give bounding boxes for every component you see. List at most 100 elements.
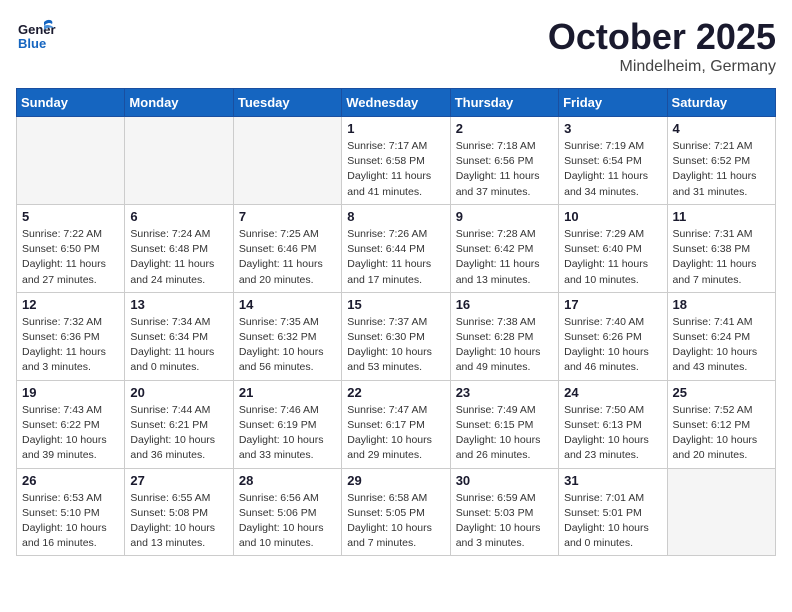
- day-info: Sunrise: 7:26 AMSunset: 6:44 PMDaylight:…: [347, 227, 444, 288]
- calendar-day-cell: 2 Sunrise: 7:18 AMSunset: 6:56 PMDaylight…: [450, 117, 558, 205]
- day-number: 18: [673, 297, 770, 312]
- page-header: General Blue October 2025 Mindelheim, Ge…: [16, 16, 776, 76]
- day-info: Sunrise: 7:47 AMSunset: 6:17 PMDaylight:…: [347, 403, 444, 464]
- day-info: Sunrise: 7:18 AMSunset: 6:56 PMDaylight:…: [456, 139, 553, 200]
- calendar-day-cell: 19Sunrise: 7:43 AMSunset: 6:22 PMDayligh…: [17, 380, 125, 468]
- day-info: Sunrise: 6:53 AMSunset: 5:10 PMDaylight:…: [22, 491, 119, 552]
- logo: General Blue: [16, 16, 56, 56]
- day-info: Sunrise: 7:22 AMSunset: 6:50 PMDaylight:…: [22, 227, 119, 288]
- day-info: Sunrise: 6:59 AMSunset: 5:03 PMDaylight:…: [456, 491, 553, 552]
- day-info: Sunrise: 7:38 AMSunset: 6:28 PMDaylight:…: [456, 315, 553, 376]
- day-info: Sunrise: 7:28 AMSunset: 6:42 PMDaylight:…: [456, 227, 553, 288]
- day-info: Sunrise: 7:37 AMSunset: 6:30 PMDaylight:…: [347, 315, 444, 376]
- calendar-day-cell: 3Sunrise: 7:19 AMSunset: 6:54 PMDaylight…: [559, 117, 667, 205]
- weekday-header: Tuesday: [233, 89, 341, 117]
- day-info: Sunrise: 6:58 AMSunset: 5:05 PMDaylight:…: [347, 491, 444, 552]
- calendar-week-row: 12 Sunrise: 7:32 AMSunset: 6:36 PMDayligh…: [17, 292, 776, 380]
- day-info: Sunrise: 6:55 AMSunset: 5:08 PMDaylight:…: [130, 491, 227, 552]
- day-number: 2: [456, 121, 553, 136]
- day-info: Sunrise: 7:32 AMSunset: 6:36 PMDaylight:…: [22, 315, 119, 376]
- calendar-day-cell: 22 Sunrise: 7:47 AMSunset: 6:17 PMDayligh…: [342, 380, 450, 468]
- day-number: 6: [130, 209, 227, 224]
- calendar-day-cell: 10 Sunrise: 7:29 AMSunset: 6:40 PMDayligh…: [559, 204, 667, 292]
- day-number: 12: [22, 297, 119, 312]
- day-number: 14: [239, 297, 336, 312]
- day-number: 8: [347, 209, 444, 224]
- day-info: Sunrise: 7:49 AMSunset: 6:15 PMDaylight:…: [456, 403, 553, 464]
- day-number: 9: [456, 209, 553, 224]
- calendar-day-cell: 13 Sunrise: 7:34 AMSunset: 6:34 PMDayligh…: [125, 292, 233, 380]
- calendar-day-cell: 18 Sunrise: 7:41 AMSunset: 6:24 PMDayligh…: [667, 292, 775, 380]
- calendar-day-cell: 1 Sunrise: 7:17 AMSunset: 6:58 PMDaylight…: [342, 117, 450, 205]
- weekday-header: Saturday: [667, 89, 775, 117]
- day-number: 10: [564, 209, 661, 224]
- day-number: 27: [130, 473, 227, 488]
- calendar: SundayMondayTuesdayWednesdayThursdayFrid…: [16, 88, 776, 556]
- calendar-day-cell: 25Sunrise: 7:52 AMSunset: 6:12 PMDayligh…: [667, 380, 775, 468]
- calendar-day-cell: 27 Sunrise: 6:55 AMSunset: 5:08 PMDayligh…: [125, 468, 233, 556]
- day-info: Sunrise: 7:25 AMSunset: 6:46 PMDaylight:…: [239, 227, 336, 288]
- day-number: 29: [347, 473, 444, 488]
- day-info: Sunrise: 7:21 AMSunset: 6:52 PMDaylight:…: [673, 139, 770, 200]
- weekday-header: Sunday: [17, 89, 125, 117]
- calendar-week-row: 19Sunrise: 7:43 AMSunset: 6:22 PMDayligh…: [17, 380, 776, 468]
- weekday-header-row: SundayMondayTuesdayWednesdayThursdayFrid…: [17, 89, 776, 117]
- calendar-day-cell: 16Sunrise: 7:38 AMSunset: 6:28 PMDayligh…: [450, 292, 558, 380]
- day-number: 11: [673, 209, 770, 224]
- calendar-day-cell: 28 Sunrise: 6:56 AMSunset: 5:06 PMDayligh…: [233, 468, 341, 556]
- day-info: Sunrise: 6:56 AMSunset: 5:06 PMDaylight:…: [239, 491, 336, 552]
- calendar-week-row: 5 Sunrise: 7:22 AMSunset: 6:50 PMDaylight…: [17, 204, 776, 292]
- day-info: Sunrise: 7:29 AMSunset: 6:40 PMDaylight:…: [564, 227, 661, 288]
- day-number: 17: [564, 297, 661, 312]
- day-info: Sunrise: 7:41 AMSunset: 6:24 PMDaylight:…: [673, 315, 770, 376]
- calendar-day-cell: 29 Sunrise: 6:58 AMSunset: 5:05 PMDayligh…: [342, 468, 450, 556]
- day-number: 23: [456, 385, 553, 400]
- logo-icon: General Blue: [16, 16, 56, 56]
- day-number: 13: [130, 297, 227, 312]
- day-number: 4: [673, 121, 770, 136]
- day-number: 1: [347, 121, 444, 136]
- day-info: Sunrise: 7:01 AMSunset: 5:01 PMDaylight:…: [564, 491, 661, 552]
- calendar-day-cell: 23 Sunrise: 7:49 AMSunset: 6:15 PMDayligh…: [450, 380, 558, 468]
- day-number: 31: [564, 473, 661, 488]
- weekday-header: Thursday: [450, 89, 558, 117]
- calendar-day-cell: [17, 117, 125, 205]
- calendar-day-cell: 8 Sunrise: 7:26 AMSunset: 6:44 PMDaylight…: [342, 204, 450, 292]
- day-number: 28: [239, 473, 336, 488]
- location: Mindelheim, Germany: [548, 58, 776, 76]
- weekday-header: Friday: [559, 89, 667, 117]
- day-info: Sunrise: 7:34 AMSunset: 6:34 PMDaylight:…: [130, 315, 227, 376]
- day-info: Sunrise: 7:40 AMSunset: 6:26 PMDaylight:…: [564, 315, 661, 376]
- calendar-day-cell: [667, 468, 775, 556]
- calendar-day-cell: 11Sunrise: 7:31 AMSunset: 6:38 PMDayligh…: [667, 204, 775, 292]
- title-area: October 2025 Mindelheim, Germany: [548, 16, 776, 76]
- calendar-day-cell: 15 Sunrise: 7:37 AMSunset: 6:30 PMDayligh…: [342, 292, 450, 380]
- calendar-day-cell: 17 Sunrise: 7:40 AMSunset: 6:26 PMDayligh…: [559, 292, 667, 380]
- day-info: Sunrise: 7:50 AMSunset: 6:13 PMDaylight:…: [564, 403, 661, 464]
- day-info: Sunrise: 7:24 AMSunset: 6:48 PMDaylight:…: [130, 227, 227, 288]
- calendar-day-cell: 31 Sunrise: 7:01 AMSunset: 5:01 PMDayligh…: [559, 468, 667, 556]
- calendar-day-cell: 6 Sunrise: 7:24 AMSunset: 6:48 PMDaylight…: [125, 204, 233, 292]
- calendar-day-cell: 5 Sunrise: 7:22 AMSunset: 6:50 PMDaylight…: [17, 204, 125, 292]
- day-number: 26: [22, 473, 119, 488]
- day-number: 24: [564, 385, 661, 400]
- day-info: Sunrise: 7:35 AMSunset: 6:32 PMDaylight:…: [239, 315, 336, 376]
- day-number: 3: [564, 121, 661, 136]
- day-info: Sunrise: 7:46 AMSunset: 6:19 PMDaylight:…: [239, 403, 336, 464]
- calendar-day-cell: 7 Sunrise: 7:25 AMSunset: 6:46 PMDaylight…: [233, 204, 341, 292]
- day-number: 30: [456, 473, 553, 488]
- weekday-header: Monday: [125, 89, 233, 117]
- day-info: Sunrise: 7:17 AMSunset: 6:58 PMDaylight:…: [347, 139, 444, 200]
- day-info: Sunrise: 7:52 AMSunset: 6:12 PMDaylight:…: [673, 403, 770, 464]
- calendar-day-cell: [125, 117, 233, 205]
- day-number: 20: [130, 385, 227, 400]
- calendar-day-cell: 30 Sunrise: 6:59 AMSunset: 5:03 PMDayligh…: [450, 468, 558, 556]
- calendar-day-cell: 14 Sunrise: 7:35 AMSunset: 6:32 PMDayligh…: [233, 292, 341, 380]
- day-number: 15: [347, 297, 444, 312]
- day-number: 19: [22, 385, 119, 400]
- day-number: 5: [22, 209, 119, 224]
- day-number: 7: [239, 209, 336, 224]
- day-number: 22: [347, 385, 444, 400]
- month-title: October 2025: [548, 16, 776, 58]
- calendar-day-cell: 21Sunrise: 7:46 AMSunset: 6:19 PMDayligh…: [233, 380, 341, 468]
